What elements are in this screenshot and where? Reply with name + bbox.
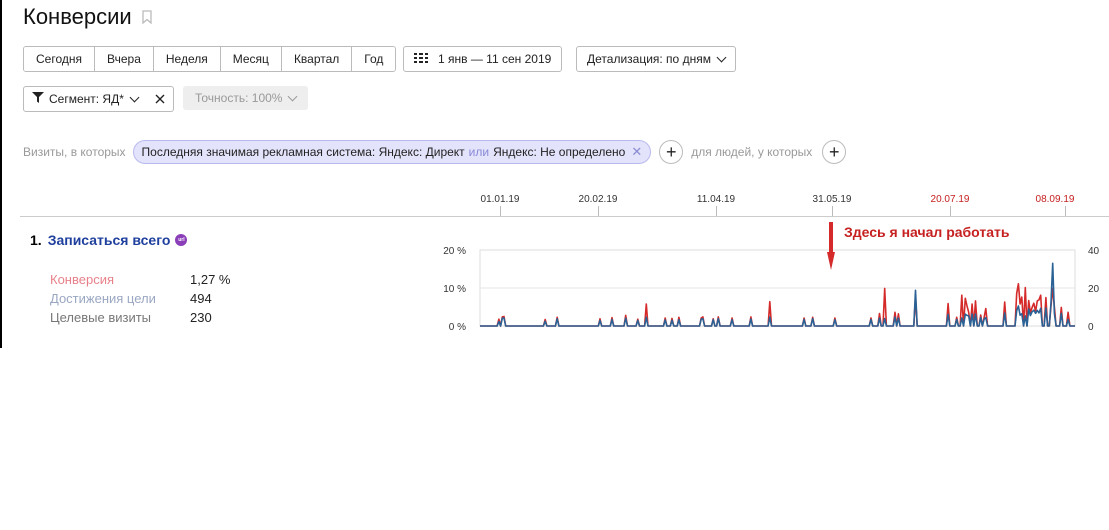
filter-tag-part1: Последняя значимая рекламная система: Ян…	[141, 145, 465, 159]
y-right-tick-label: 40	[1088, 246, 1100, 257]
chevron-down-icon	[716, 52, 727, 62]
timeline-axis: 01.01.19 20.02.19 11.04.19 31.05.19 20.0…	[480, 192, 1080, 216]
add-user-condition-button[interactable]: +	[822, 140, 847, 164]
page-title: Конверсии	[23, 4, 152, 30]
metric-value: 494	[190, 291, 212, 306]
detail-dropdown[interactable]: Детализация: по дням	[576, 46, 736, 72]
timeline-date: 20.02.19	[578, 194, 618, 205]
accuracy-label: Точность: 100%	[195, 91, 283, 105]
metric-value: 230	[190, 310, 212, 325]
y-left-tick-label: 0 %	[449, 322, 466, 333]
y-right-tick-label: 20	[1088, 284, 1100, 295]
metric-label: Достижения цели	[50, 291, 156, 306]
goal-index: 1.	[30, 232, 42, 248]
series-line	[480, 262, 1075, 327]
metric-label: Конверсия	[50, 272, 115, 287]
date-range-label: 1 янв — 11 сен 2019	[438, 52, 552, 66]
filter-tag-or: или	[468, 145, 490, 159]
period-today-button[interactable]: Сегодня	[24, 47, 95, 71]
timeline-date: 08.09.19	[1035, 194, 1075, 205]
close-icon[interactable]: ✕	[631, 141, 642, 163]
period-yesterday-button[interactable]: Вчера	[95, 47, 154, 71]
bookmark-icon[interactable]	[142, 10, 152, 24]
close-icon	[155, 94, 165, 104]
goal-name-link[interactable]: Записаться всего	[48, 232, 171, 248]
accuracy-dropdown[interactable]: Точность: 100%	[183, 86, 309, 110]
detail-label: Детализация: по дням	[587, 52, 711, 66]
filter-tag-part2: Яндекс: Не определено	[493, 145, 626, 159]
timeline-date: 20.07.19	[930, 194, 970, 205]
period-selector: Сегодня Вчера Неделя Месяц Квартал Год	[23, 46, 397, 72]
timeline-tick	[716, 206, 717, 216]
timeline-tick	[950, 206, 951, 216]
segment-clear-button[interactable]	[147, 86, 174, 112]
metric-conversion: Конверсия 1,27 %	[50, 272, 230, 287]
filter-row: Визиты, в которых Последняя значимая рек…	[23, 140, 847, 164]
date-range-button[interactable]: 1 янв — 11 сен 2019	[403, 46, 563, 72]
timeline-date: 01.01.19	[480, 194, 520, 205]
left-border	[0, 0, 2, 348]
segment-label: Сегмент: ЯД*	[49, 92, 124, 106]
timeline-date: 11.04.19	[696, 194, 736, 205]
chevron-down-icon	[288, 91, 298, 101]
filter-tag[interactable]: Последняя значимая рекламная система: Ян…	[132, 140, 652, 164]
funnel-icon	[32, 87, 44, 111]
period-week-button[interactable]: Неделя	[153, 47, 221, 71]
conversion-chart: 20 % 10 % 0 % 40 20 0	[443, 246, 1100, 333]
add-visit-condition-button[interactable]: +	[659, 140, 684, 164]
metric-value: 1,27 %	[190, 272, 231, 287]
filter-suffix: для людей, у которых	[691, 145, 813, 159]
segment-button[interactable]: Сегмент: ЯД*	[23, 86, 155, 112]
y-left-tick-label: 10 %	[443, 284, 466, 295]
metric-target-visits: Целевые визиты 230	[50, 310, 212, 325]
timeline-date: 31.05.19	[812, 194, 852, 205]
y-left-tick-label: 20 %	[443, 246, 466, 257]
filter-prefix: Визиты, в которых	[23, 145, 126, 159]
page-title-text: Конверсии	[23, 4, 132, 29]
url-badge-icon: url	[175, 234, 188, 246]
period-month-button[interactable]: Месяц	[220, 47, 282, 71]
metric-label: Целевые визиты	[50, 310, 152, 325]
timeline-tick	[500, 206, 501, 216]
timeline-tick	[832, 206, 833, 216]
timeline-tick	[1065, 206, 1066, 216]
period-year-button[interactable]: Год	[352, 47, 396, 71]
chevron-down-icon	[129, 92, 140, 102]
period-quarter-button[interactable]: Квартал	[281, 47, 353, 71]
divider	[20, 216, 1109, 217]
goal-header: 1. Записаться всего url	[30, 232, 188, 248]
red-arrow-annotation	[827, 222, 835, 270]
timeline-tick	[598, 206, 599, 216]
metric-goal-reaches: Достижения цели 494	[50, 291, 212, 306]
y-right-tick-label: 0	[1088, 322, 1094, 333]
calendar-icon	[414, 47, 428, 71]
annotation-text: Здесь я начал работать	[844, 224, 1010, 240]
